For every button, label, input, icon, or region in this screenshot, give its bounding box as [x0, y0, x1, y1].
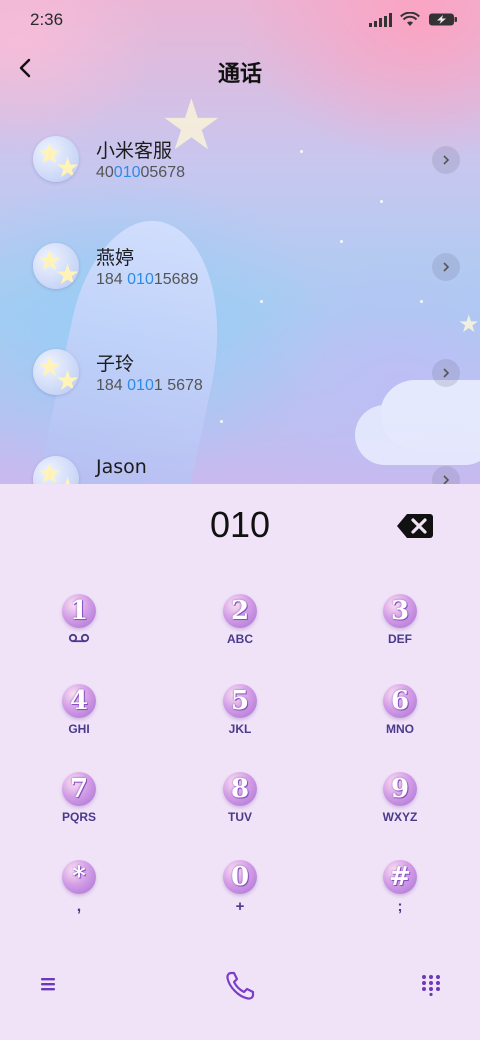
contact-name: 小米客服	[96, 140, 173, 162]
contact-detail-button[interactable]	[432, 146, 460, 174]
backspace-button[interactable]	[396, 512, 434, 540]
contact-detail-button[interactable]	[432, 359, 460, 387]
number-match: 010	[127, 377, 154, 394]
status-time: 2:36	[30, 10, 64, 29]
call-button[interactable]	[220, 966, 260, 1006]
avatar: ★★	[33, 456, 79, 484]
dialer-panel: 010 1 2 ABC 3 DEF 4 GHI 5 JKL 6 MNO 7 PQ…	[0, 484, 480, 1040]
page-title: 通话	[217, 62, 262, 87]
battery-charging-icon	[429, 13, 457, 26]
key-3[interactable]: 3 DEF	[355, 594, 445, 674]
contact-detail-button[interactable]	[432, 466, 460, 484]
contact-list: ★ ★ 小米客服 4001005678 ★ ★ 燕婷 184 01015689 ★ ★…	[0, 110, 480, 484]
key-4[interactable]: 4 GHI	[34, 684, 124, 764]
chevron-right-icon	[443, 475, 450, 484]
contact-name: 燕婷	[96, 247, 135, 269]
contact-row[interactable]: ★★ Jason	[0, 430, 480, 484]
contact-row[interactable]: ★ ★ 小米客服 4001005678	[0, 110, 480, 210]
status-icons	[369, 12, 458, 27]
contact-row[interactable]: ★ ★ 燕婷 184 01015689	[0, 217, 480, 317]
contact-name: Jason	[96, 456, 147, 478]
key-2[interactable]: 2 ABC	[195, 594, 285, 674]
contact-number: 184 01015689	[96, 271, 199, 288]
chevron-right-icon	[443, 155, 450, 165]
key-9[interactable]: 9 WXYZ	[355, 772, 445, 852]
key-0[interactable]: 0 +	[195, 860, 285, 940]
number-match: 010	[113, 164, 141, 181]
key-8[interactable]: 8 TUV	[195, 772, 285, 852]
contact-name: 子玲	[96, 353, 135, 375]
menu-icon[interactable]	[38, 974, 58, 994]
key-7[interactable]: 7 PQRS	[34, 772, 124, 852]
signal-icon	[369, 12, 392, 27]
contact-detail-button[interactable]	[432, 253, 460, 281]
number-match: 010	[127, 271, 154, 288]
status-bar: 2:36	[0, 0, 480, 42]
avatar: ★★	[33, 349, 79, 395]
contact-number: 4001005678	[96, 164, 185, 181]
key-hash[interactable]: # ;	[355, 860, 445, 940]
key-5[interactable]: 5 JKL	[195, 684, 285, 764]
key-6[interactable]: 6 MNO	[355, 684, 445, 764]
chevron-right-icon	[443, 262, 450, 272]
voicemail-icon	[34, 632, 124, 646]
contact-row[interactable]: ★ ★ 子玲 184 0101 5678	[0, 323, 480, 423]
dialpad-icon[interactable]	[420, 974, 442, 996]
avatar: ★★	[33, 136, 79, 182]
wifi-icon	[400, 12, 420, 26]
avatar: ★★	[33, 243, 79, 289]
chevron-right-icon	[443, 368, 450, 378]
key-1[interactable]: 1	[34, 594, 124, 674]
key-star[interactable]: * ,	[34, 860, 124, 940]
contact-number: 184 0101 5678	[96, 377, 203, 394]
